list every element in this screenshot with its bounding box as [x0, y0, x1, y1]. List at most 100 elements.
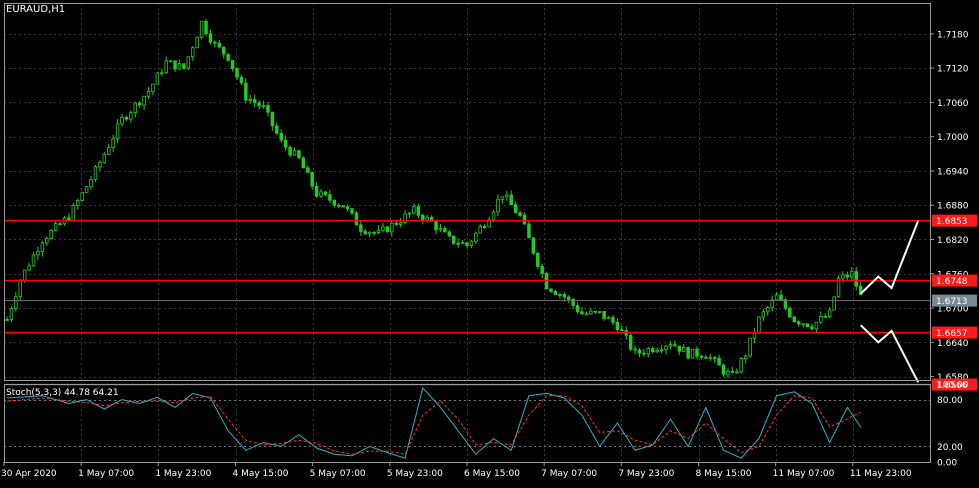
candle-body [452, 235, 456, 244]
candle-body [505, 194, 509, 198]
candle-body [518, 212, 522, 216]
candle-body [160, 72, 164, 75]
candle-body [177, 63, 182, 70]
candle-body [540, 265, 544, 274]
candle-body [797, 321, 801, 325]
candle-body [673, 344, 677, 347]
stochastic-grid [4, 384, 931, 462]
candle-body [801, 323, 805, 326]
candle-body [27, 265, 31, 271]
candle-body [337, 204, 341, 207]
candle-body [708, 357, 712, 359]
time-tick-label: 1 May 23:00 [155, 469, 211, 479]
candle-body [735, 371, 739, 374]
candle-body [567, 296, 571, 300]
candle-body [89, 178, 93, 188]
price-axis[interactable]: 1.7180 1.7120 1.7060 1.7000 1.6940 1.6880 1.68… [930, 30, 977, 391]
candle-body [191, 47, 195, 58]
candle-body [438, 228, 443, 231]
candle-body [757, 316, 761, 333]
candle-body [646, 348, 651, 355]
candle-body [252, 99, 257, 104]
candle-body [102, 153, 107, 163]
candle-body [628, 334, 633, 350]
candle-body [704, 356, 708, 359]
projection-down-path [860, 324, 920, 383]
chart-window[interactable]: 1.7180 1.7120 1.7060 1.7000 1.6940 1.6880 1.68… [0, 0, 979, 484]
level-price-label: 1.6657 [936, 329, 968, 339]
candle-body [810, 326, 814, 330]
candle-body [9, 308, 14, 320]
candle-body [664, 345, 668, 351]
time-tick-label: 1 May 07:00 [78, 469, 134, 479]
candle-body [513, 204, 518, 214]
candle-body [412, 206, 416, 214]
price-tick-label: 1.7120 [937, 65, 969, 75]
candle-body [235, 68, 239, 78]
candle-body [425, 216, 429, 221]
stochastic-signal-line [6, 395, 861, 455]
candle-body [832, 296, 836, 311]
candle-body [173, 60, 177, 70]
stochastic-lines-layer [6, 386, 862, 459]
candle-body [575, 305, 580, 313]
candle-body [770, 299, 774, 308]
candle-body [363, 231, 367, 235]
candle-body [398, 222, 403, 225]
candle-body [549, 288, 553, 292]
candle-body [367, 231, 372, 235]
candle-body [761, 311, 766, 318]
current-price-label: 1.6713 [936, 297, 968, 307]
candle-body [266, 105, 270, 113]
price-tick-label: 1.6880 [937, 202, 969, 212]
candle-body [80, 191, 84, 201]
candle-body [447, 231, 452, 237]
candle-body [465, 242, 469, 246]
candle-body [93, 166, 98, 180]
candle-body [40, 242, 45, 252]
time-axis[interactable]: 30 Apr 2020 1 May 07:00 1 May 23:00 4 May 1… [1, 462, 912, 479]
candle-body [328, 194, 332, 201]
candle-body [496, 198, 500, 213]
candle-body [31, 254, 36, 267]
price-chart-canvas[interactable]: 1.7180 1.7120 1.7060 1.7000 1.6940 1.6880 1.68… [0, 0, 979, 484]
candle-body [49, 229, 53, 239]
candle-body [611, 316, 615, 323]
candle-body [845, 274, 850, 278]
candle-body [668, 344, 673, 347]
time-tick-label: 7 May 23:00 [618, 469, 674, 479]
candle-body [213, 41, 217, 44]
price-tick-label: 1.7180 [937, 30, 969, 40]
candle-body [637, 349, 642, 354]
candle-body [805, 323, 810, 328]
candle-body [5, 319, 9, 321]
candle-body [199, 20, 204, 38]
candle-body [186, 56, 191, 69]
candle-body [536, 252, 540, 267]
time-tick-label: 5 May 23:00 [387, 469, 443, 479]
candle-body [301, 157, 306, 169]
candle-body [580, 311, 584, 315]
candle-body [182, 63, 186, 69]
candle-body [45, 238, 49, 244]
candle-body [372, 231, 376, 234]
candle-body [779, 294, 783, 301]
time-tick-label: 11 May 23:00 [850, 469, 912, 479]
stochastic-axis[interactable]: 100.00 80.00 20.00 0.00 [937, 381, 969, 469]
candles-layer [5, 18, 863, 379]
candle-body [195, 36, 199, 49]
candle-body [677, 345, 682, 352]
level-price-label: 1.6748 [936, 277, 968, 287]
candle-body [739, 358, 743, 373]
candle-body [394, 222, 398, 225]
candle-body [217, 42, 222, 48]
candle-body [71, 205, 76, 221]
candle-body [522, 215, 527, 225]
candle-body [323, 191, 328, 195]
stochastic-tick-label: 100.00 [937, 381, 969, 391]
candle-body [456, 242, 460, 245]
price-tick-label: 1.7060 [937, 99, 969, 109]
stochastic-tick-label: 80.00 [937, 396, 963, 406]
candle-body [297, 150, 301, 159]
candle-body [752, 332, 757, 339]
